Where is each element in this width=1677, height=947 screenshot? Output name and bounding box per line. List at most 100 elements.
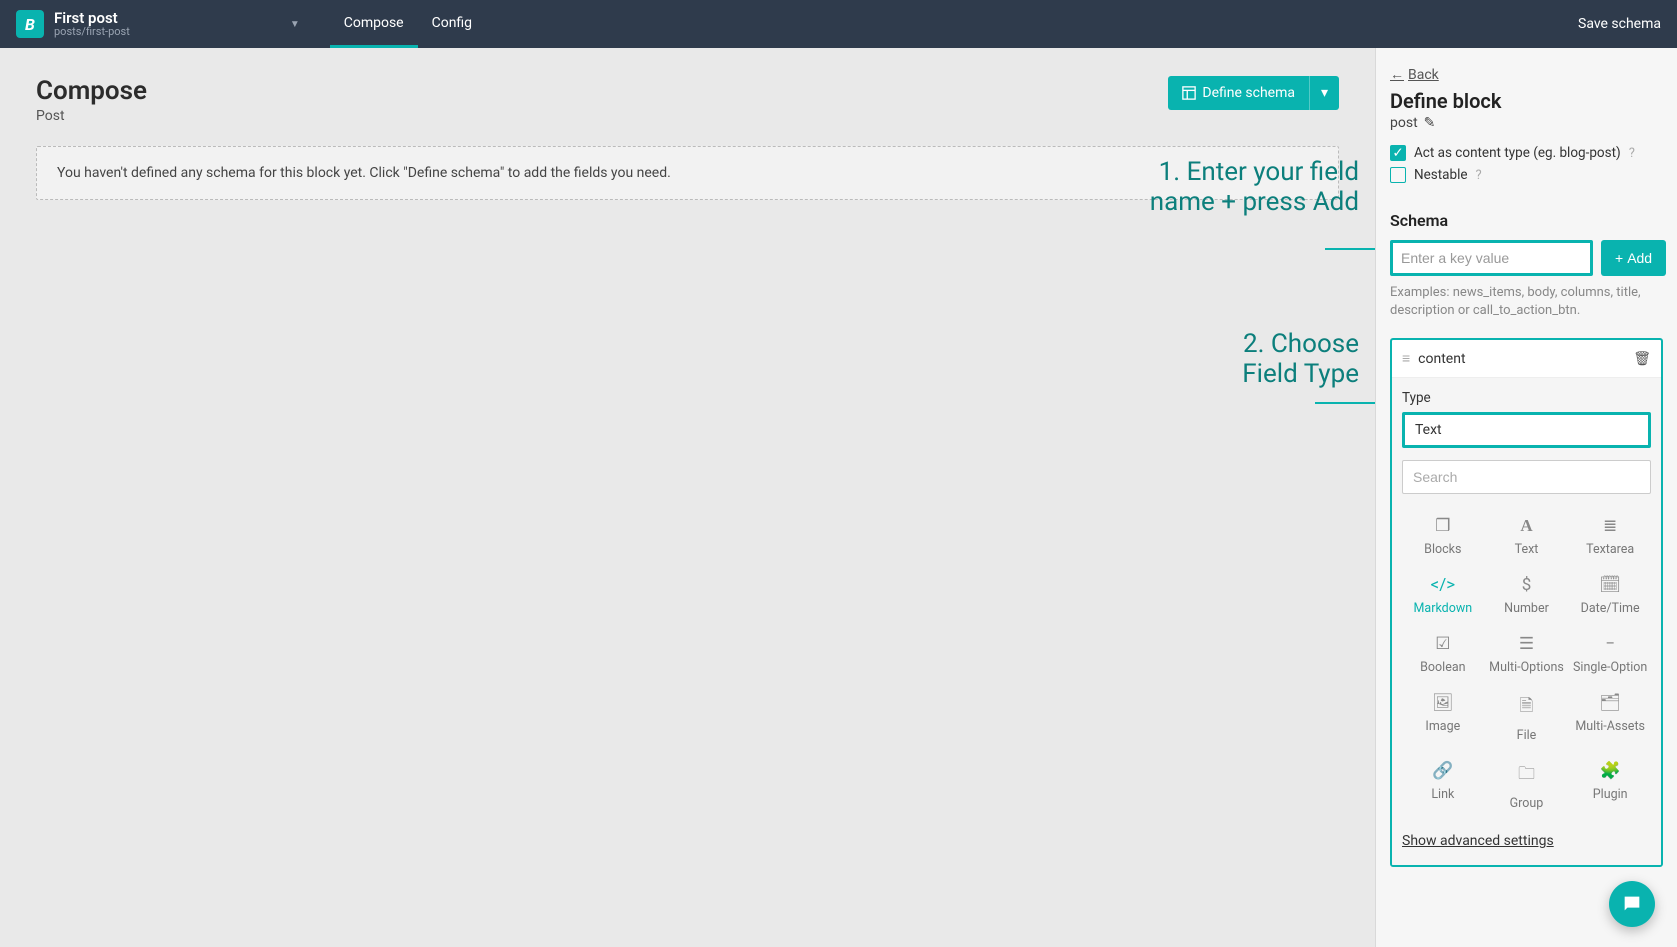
page-title-wrap: First post posts/first-post <box>54 10 130 39</box>
type-option-label: Number <box>1504 601 1549 616</box>
type-option-multi-assets[interactable]: 🗂 Multi-Assets <box>1569 685 1651 751</box>
type-option-label: Text <box>1515 542 1539 557</box>
type-option-label: Blocks <box>1424 542 1461 557</box>
define-schema-label: Define schema <box>1202 85 1295 101</box>
page-title: First post <box>54 10 130 27</box>
type-option-markdown[interactable]: </> Markdown <box>1402 567 1484 624</box>
field-card: ≡ content 🗑 Type Text ❒ Blocks A Text ≣ Texta… <box>1390 338 1663 867</box>
type-option-label: Single-Option <box>1573 660 1647 675</box>
type-option-file[interactable]: 🗎 File <box>1486 685 1568 751</box>
schema-section-label: Schema <box>1390 211 1663 230</box>
link-icon: 🔗 <box>1432 761 1453 781</box>
chat-icon <box>1621 893 1643 915</box>
boolean-icon: ☑ <box>1435 634 1450 654</box>
annotation-step2: 2. Choose Field Type <box>1199 330 1359 390</box>
checkbox-nestable[interactable]: Nestable ? <box>1390 167 1663 183</box>
compose-heading: Compose <box>36 76 147 106</box>
plus-icon: + <box>1615 250 1623 266</box>
arrow-left-icon: ← <box>1390 66 1404 83</box>
number-icon: $ <box>1522 575 1532 595</box>
plugin-icon: 🧩 <box>1600 761 1621 781</box>
app-logo[interactable]: B <box>16 10 44 38</box>
sidebar: ← Back Define block post ✎ ✓ Act as cont… <box>1375 48 1677 947</box>
folder-icon: 🗀 <box>1518 761 1535 790</box>
type-option-label: Plugin <box>1593 787 1628 802</box>
tab-config[interactable]: Config <box>418 0 486 48</box>
type-option-textarea[interactable]: ≣ Textarea <box>1569 508 1651 565</box>
multi-assets-icon: 🗂 <box>1599 693 1621 713</box>
define-schema-button[interactable]: Define schema <box>1168 76 1309 110</box>
help-icon[interactable]: ? <box>1629 146 1635 161</box>
textarea-icon: ≣ <box>1603 516 1617 536</box>
tab-compose[interactable]: Compose <box>330 0 418 48</box>
block-name-row: post ✎ <box>1390 115 1663 131</box>
checkbox-nestable-box[interactable] <box>1390 167 1406 183</box>
calendar-icon: 🗓 <box>1599 575 1621 595</box>
empty-schema-message: You haven't defined any schema for this … <box>36 146 1339 200</box>
type-option-blocks[interactable]: ❒ Blocks <box>1402 508 1484 565</box>
field-card-body: Type Text ❒ Blocks A Text ≣ Textarea </> Markdo… <box>1392 378 1661 865</box>
type-option-label: Date/Time <box>1581 601 1640 616</box>
drag-icon[interactable]: ≡ <box>1402 350 1410 367</box>
edit-icon[interactable]: ✎ <box>1424 115 1436 131</box>
block-name: post <box>1390 115 1418 131</box>
image-icon: 🖼 <box>1432 693 1454 713</box>
type-option-single-option[interactable]: − Single-Option <box>1569 626 1651 683</box>
checkbox-content-type-box[interactable]: ✓ <box>1390 145 1406 161</box>
type-grid: ❒ Blocks A Text ≣ Textarea </> Markdown $ Number 🗓… <box>1402 508 1651 819</box>
single-option-icon: − <box>1605 634 1615 654</box>
page-dropdown[interactable]: ▼ <box>290 19 300 30</box>
type-search-input[interactable] <box>1402 460 1651 494</box>
schema-key-input[interactable] <box>1390 240 1593 276</box>
type-option-text[interactable]: A Text <box>1486 508 1568 565</box>
type-option-boolean[interactable]: ☑ Boolean <box>1402 626 1484 683</box>
save-schema-button[interactable]: Save schema <box>1578 16 1661 32</box>
type-option-label: Boolean <box>1420 660 1465 675</box>
trash-icon[interactable]: 🗑 <box>1633 351 1651 367</box>
type-option-label: Textarea <box>1586 542 1634 557</box>
type-option-date-time[interactable]: 🗓 Date/Time <box>1569 567 1651 624</box>
type-option-label: Multi-Options <box>1489 660 1564 675</box>
define-block-heading: Define block <box>1390 89 1663 113</box>
type-option-link[interactable]: 🔗 Link <box>1402 753 1484 819</box>
type-label: Type <box>1402 390 1651 406</box>
schema-examples: Examples: news_items, body, columns, tit… <box>1390 284 1663 320</box>
add-button[interactable]: + Add <box>1601 240 1666 276</box>
page-subtitle: posts/first-post <box>54 26 130 38</box>
main-tabs: Compose Config <box>330 0 486 48</box>
back-link-label: Back <box>1408 67 1439 83</box>
checkbox-content-type[interactable]: ✓ Act as content type (eg. blog-post) ? <box>1390 145 1663 161</box>
advanced-settings-link[interactable]: Show advanced settings <box>1402 833 1554 849</box>
define-schema-caret[interactable]: ▾ <box>1309 76 1339 110</box>
compose-subheading: Post <box>36 108 147 124</box>
type-option-number[interactable]: $ Number <box>1486 567 1568 624</box>
topbar: B First post posts/first-post ▼ Compose … <box>0 0 1677 48</box>
type-option-group[interactable]: 🗀 Group <box>1486 753 1568 819</box>
type-option-label: Markdown <box>1414 601 1473 616</box>
type-option-image[interactable]: 🖼 Image <box>1402 685 1484 751</box>
type-option-label: Image <box>1425 719 1460 734</box>
checkbox-nestable-label: Nestable <box>1414 167 1468 183</box>
checkbox-content-type-label: Act as content type (eg. blog-post) <box>1414 145 1621 161</box>
layout-icon <box>1182 86 1196 100</box>
type-select[interactable]: Text <box>1402 412 1651 448</box>
back-link[interactable]: ← Back <box>1390 66 1439 83</box>
multi-options-icon: ☰ <box>1519 634 1534 654</box>
type-option-plugin[interactable]: 🧩 Plugin <box>1569 753 1651 819</box>
field-name: content <box>1418 351 1465 367</box>
type-option-label: Multi-Assets <box>1575 719 1645 734</box>
chat-fab[interactable] <box>1609 881 1655 927</box>
define-schema-group: Define schema ▾ <box>1168 76 1339 110</box>
type-option-label: Link <box>1431 787 1454 802</box>
type-option-label: Group <box>1510 796 1544 811</box>
field-card-header: ≡ content 🗑 <box>1392 340 1661 378</box>
type-option-label: File <box>1517 728 1537 743</box>
main-pane: Compose Post Define schema ▾ You haven't… <box>0 48 1375 947</box>
code-icon: </> <box>1431 575 1456 595</box>
add-button-label: Add <box>1627 250 1652 266</box>
help-icon[interactable]: ? <box>1476 168 1482 183</box>
cube-icon: ❒ <box>1435 516 1450 536</box>
file-icon: 🗎 <box>1520 693 1534 722</box>
type-option-multi-options[interactable]: ☰ Multi-Options <box>1486 626 1568 683</box>
text-icon: A <box>1520 516 1532 536</box>
